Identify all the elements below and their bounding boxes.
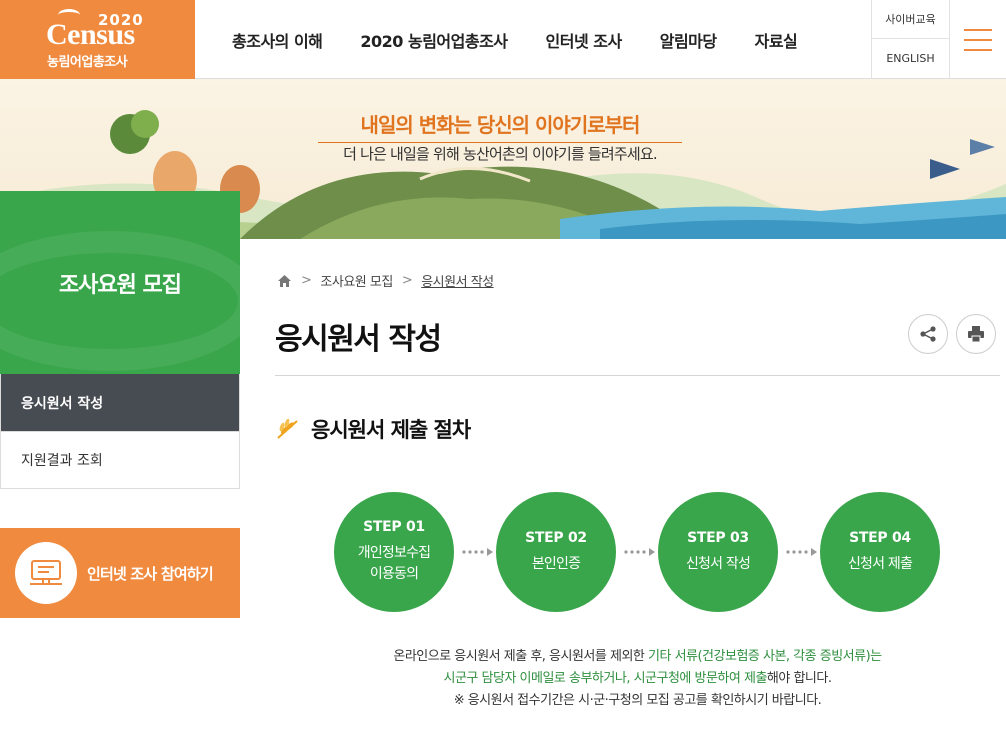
breadcrumb-item-recruit[interactable]: 조사요원 모집 [320,271,393,290]
notice-line-2: 시군구 담당자 이메일로 송부하거나, 시군구청에 방문하여 제출해야 합니다. [275,668,1000,690]
notice-line-1: 온라인으로 응시원서 제출 후, 응시원서를 제외한 기타 서류(건강보험증 사… [275,646,1000,668]
sidebar-title: 조사요원 모집 [0,191,240,374]
step-name: 신청서 작성 [685,555,751,572]
step-name-line2: 이용동의 [369,566,419,582]
notice-line-3: ※ 응시원서 접수기간은 시·군·구청의 모집 공고를 확인하시기 바랍니다. [453,693,822,708]
notice-text: 온라인으로 응시원서 제출 후, 응시원서를 제외한 [393,649,649,664]
site-header: 2020 Census 농림어업총조사 총조사의 이해 2020 농림어업총조사… [0,0,1006,79]
wheat-icon [277,418,298,439]
logo-word: Census [46,18,135,51]
printer-icon [968,326,984,343]
logo-subtitle: 농림어업총조사 [47,55,128,70]
menu-bar [964,28,992,31]
cta-icon-circle [15,542,77,604]
hamburger-menu-button[interactable] [950,0,1006,79]
breadcrumb: > 조사요원 모집 > 응시원서 작성 [277,271,494,290]
cta-label: 인터넷 조사 참여하기 [87,564,214,583]
nav-item-notice[interactable]: 알림마당 [660,28,717,52]
step-name: 개인정보수집 [357,545,431,561]
title-divider [275,375,1000,376]
decorative-leaf-shape [0,231,240,371]
sidebar-item-result-check[interactable]: 지원결과 조회 [1,431,239,488]
breadcrumb-item-current[interactable]: 응시원서 작성 [421,271,494,290]
step-name: 신청서 제출 [847,555,913,572]
step-number: STEP 01 [363,519,425,535]
step-2: STEP 02 본인인증 [496,492,616,612]
dotted-arrow-icon [462,548,493,556]
breadcrumb-separator: > [401,273,413,288]
submission-notice: 온라인으로 응시원서 제출 후, 응시원서를 제외한 기타 서류(건강보험증 사… [275,646,1000,712]
menu-bar [964,48,992,51]
step-1: STEP 01 개인정보수집 이용동의 [334,492,454,612]
share-button[interactable] [908,314,948,354]
step-4: STEP 04 신청서 제출 [820,492,940,612]
step-number: STEP 03 [687,529,749,546]
home-icon[interactable] [277,274,292,288]
section-title: 응시원서 제출 절차 [275,414,471,444]
english-link[interactable]: ENGLISH [872,39,949,78]
banner-subtitle: 더 나은 내일을 위해 농산어촌의 이야기를 들려주세요. [343,145,658,163]
page-title: 응시원서 작성 [275,322,442,357]
dotted-arrow-icon [624,548,655,556]
utility-links: 사이버교육 ENGLISH [871,0,950,79]
step-name: 본인인증 [531,555,581,572]
banner-title: 내일의 변화는 당신의 이야기로부터 [318,109,682,143]
step-number: STEP 04 [849,529,911,546]
section-title-text: 응시원서 제출 절차 [311,418,471,442]
computer-chat-icon [30,560,62,585]
nav-item-about[interactable]: 총조사의 이해 [232,28,323,52]
menu-bar [964,38,992,41]
nav-item-internet-survey[interactable]: 인터넷 조사 [546,28,623,52]
breadcrumb-separator: > [301,273,312,288]
share-icon [920,326,936,342]
sidebar-title-text: 조사요원 모집 [58,272,182,298]
nav-item-resources[interactable]: 자료실 [755,28,798,52]
internet-survey-cta-button[interactable]: 인터넷 조사 참여하기 [0,528,240,618]
step-number: STEP 02 [525,529,587,546]
notice-highlight: 기타 서류(건강보험증 사본, 각종 증빙서류)는 [648,649,882,664]
sidebar-menu: 응시원서 작성 지원결과 조회 [0,374,240,489]
nav-item-census-2020[interactable]: 2020 농림어업총조사 [360,28,508,52]
cyber-education-link[interactable]: 사이버교육 [872,0,949,39]
sidebar-item-application[interactable]: 응시원서 작성 [1,374,239,431]
main-nav: 총조사의 이해 2020 농림어업총조사 인터넷 조사 알림마당 자료실 [195,0,798,79]
dotted-arrow-icon [786,548,817,556]
print-button[interactable] [956,314,996,354]
census-logo[interactable]: 2020 Census 농림어업총조사 [0,0,195,79]
step-3: STEP 03 신청서 작성 [658,492,778,612]
notice-highlight: 시군구 담당자 이메일로 송부하거나, 시군구청에 방문하여 제출 [443,671,768,686]
notice-text: 해야 합니다. [766,671,832,686]
